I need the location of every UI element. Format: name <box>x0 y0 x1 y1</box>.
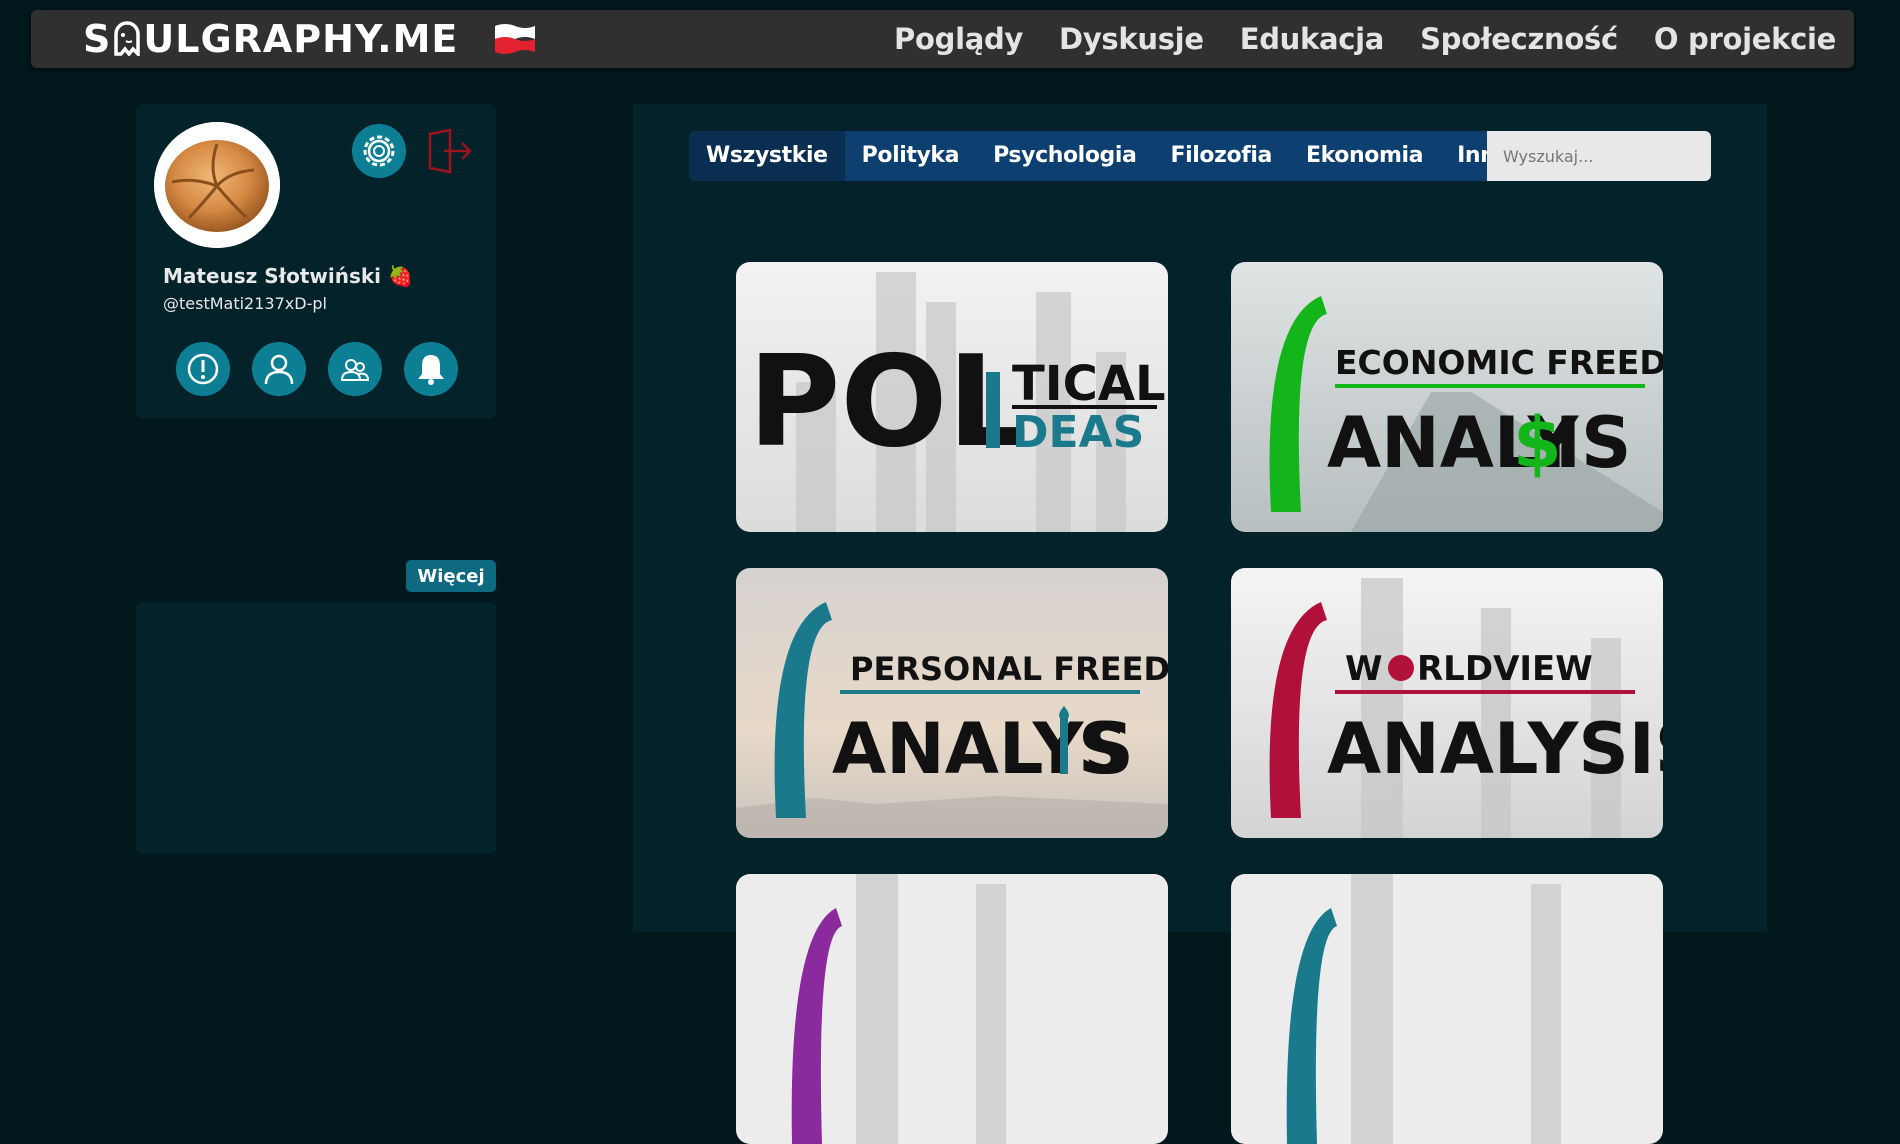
gear-icon <box>363 135 395 167</box>
user-handle: @testMati2137xD-pl <box>163 294 327 313</box>
tile-economic-freedom[interactable]: ECONOMIC FREEDOM ANALY $ IS <box>1231 262 1663 532</box>
sidebar-panel <box>136 602 496 854</box>
ghost-logo-icon <box>114 21 141 56</box>
partial-banner-left <box>736 874 1168 1144</box>
filter-tab-psychology[interactable]: Psychologia <box>976 131 1153 181</box>
worldview-banner: W RLDVIEW ANALYSIS <box>1231 568 1663 838</box>
personal-freedom-banner: PERSONAL FREEDOM ANALYS S <box>736 568 1168 838</box>
logout-button[interactable] <box>426 126 476 176</box>
filter-tab-all[interactable]: Wszystkie <box>689 131 845 181</box>
tile-4-title-bottom: ANALYSIS <box>1327 708 1663 790</box>
exclamation-icon <box>187 353 219 385</box>
nav-spolecznosc[interactable]: Społeczność <box>1420 22 1618 56</box>
partial-banner-right <box>1231 874 1663 1144</box>
filter-tab-politics[interactable]: Polityka <box>845 131 976 181</box>
search-input[interactable] <box>1487 131 1711 181</box>
alerts-button[interactable] <box>176 342 230 396</box>
nav-edukacja[interactable]: Edukacja <box>1240 22 1385 56</box>
main-navigation: Poglądy Dyskusje Edukacja Społeczność O … <box>858 10 1836 68</box>
tile-personal-freedom[interactable]: PERSONAL FREEDOM ANALYS S <box>736 568 1168 838</box>
political-ideas-banner: POL TICAL DEAS <box>736 262 1168 532</box>
tile-3-title-top: PERSONAL FREEDOM <box>850 650 1168 688</box>
category-filter-bar: Wszystkie Polityka Psychologia Filozofia… <box>689 131 1711 181</box>
tile-1-word-top: TICAL <box>1012 356 1166 412</box>
bread-roll-avatar-image <box>154 122 280 248</box>
logo-text-end: ULGRAPHY.ME <box>143 17 459 61</box>
tile-4-title-start: W <box>1345 649 1383 689</box>
economic-freedom-banner: ECONOMIC FREEDOM ANALY $ IS <box>1231 262 1663 532</box>
poland-flag-icon[interactable] <box>493 22 537 56</box>
tile-3-title-end: S <box>1078 708 1128 790</box>
filter-tab-economy[interactable]: Ekonomia <box>1289 131 1440 181</box>
nav-dyskusje[interactable]: Dyskusje <box>1059 22 1204 56</box>
globe-icon <box>1388 655 1414 681</box>
tile-2-title-end: IS <box>1555 402 1631 484</box>
top-navbar: S ULGRAPHY.ME Poglądy Dyskusje Edukacja S… <box>31 10 1854 68</box>
site-logo[interactable]: S ULGRAPHY.ME <box>83 18 458 60</box>
profile-card: Mateusz Słotwiński 🍓 @testMati2137xD-pl <box>136 104 496 418</box>
users-icon <box>340 359 370 381</box>
nav-poglady[interactable]: Poglądy <box>894 22 1023 56</box>
avatar[interactable] <box>154 122 280 248</box>
profile-actions <box>176 342 458 396</box>
tile-partial-left[interactable] <box>736 874 1168 1144</box>
tile-1-word-bottom: DEAS <box>1012 407 1144 458</box>
profile-button[interactable] <box>252 342 306 396</box>
logout-icon <box>428 128 472 174</box>
tile-political-ideas[interactable]: POL TICAL DEAS <box>736 262 1168 532</box>
logo-text-start: S <box>83 17 112 61</box>
more-button[interactable]: Więcej <box>406 560 496 592</box>
filter-tab-philosophy[interactable]: Filozofia <box>1153 131 1289 181</box>
user-name: Mateusz Słotwiński 🍓 <box>163 264 413 288</box>
user-icon <box>264 354 294 385</box>
settings-button[interactable] <box>352 124 406 178</box>
tile-1-word-start: POL <box>748 328 1028 475</box>
tile-4-title-end: RLDVIEW <box>1417 649 1593 689</box>
tile-worldview[interactable]: W RLDVIEW ANALYSIS <box>1231 568 1663 838</box>
nav-o-projekcie[interactable]: O projekcie <box>1654 22 1836 56</box>
friends-button[interactable] <box>328 342 382 396</box>
bell-icon <box>418 355 444 385</box>
tile-partial-right[interactable] <box>1231 874 1663 1144</box>
tile-2-title-top: ECONOMIC FREEDOM <box>1335 343 1663 382</box>
main-content: Wszystkie Polityka Psychologia Filozofia… <box>633 104 1767 1144</box>
notifications-button[interactable] <box>404 342 458 396</box>
